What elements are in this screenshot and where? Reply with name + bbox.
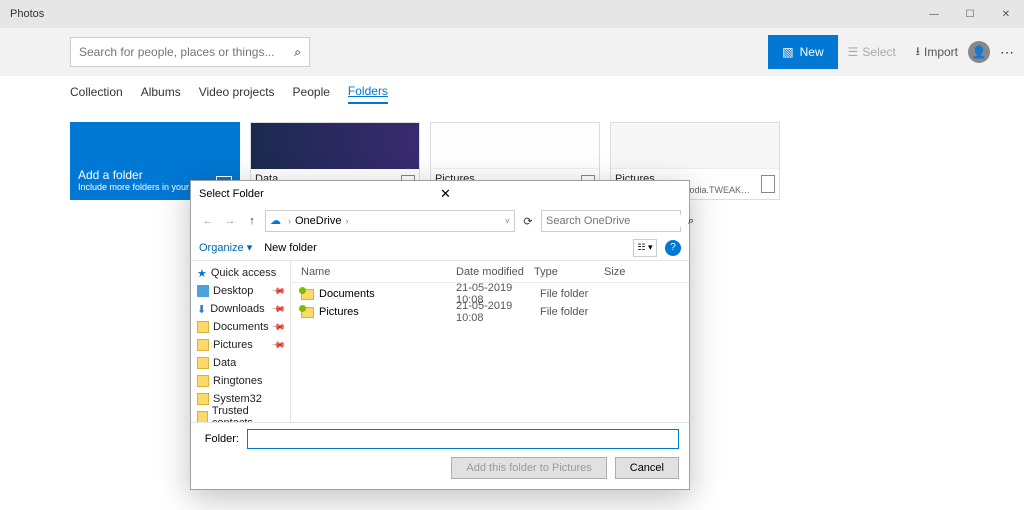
import-icon: ⭳ [916,42,920,63]
downloads-icon: ⬇ [197,303,206,316]
folder-icon [197,375,209,387]
folder-icon [761,175,775,193]
tree-pictures[interactable]: Pictures📌 [191,336,290,354]
column-date[interactable]: Date modified [456,266,534,278]
column-type[interactable]: Type [534,266,604,278]
tree-documents[interactable]: Documents📌 [191,318,290,336]
dialog-footer: Folder: Add this folder to Pictures Canc… [191,422,689,489]
folder-tree[interactable]: ★Quick access Desktop📌 ⬇Downloads📌 Docum… [191,261,291,422]
tab-folders[interactable]: Folders [348,84,388,104]
tree-downloads[interactable]: ⬇Downloads📌 [191,300,290,318]
add-folder-button[interactable]: Add this folder to Pictures [451,457,606,479]
pin-icon: 📌 [271,301,287,317]
tree-data[interactable]: Data [191,354,290,372]
more-button[interactable]: ⋯ [990,44,1024,61]
nav-up-button[interactable]: ↑ [243,215,261,227]
dialog-titlebar: Select Folder ✕ [191,181,689,207]
help-button[interactable]: ? [665,240,681,256]
new-button[interactable]: ▧ New [768,35,837,69]
tab-collection[interactable]: Collection [70,85,123,103]
file-list: Name Date modified Type Size Documents 2… [291,261,689,422]
column-name[interactable]: Name [301,266,456,278]
new-folder-button[interactable]: New folder [264,242,317,254]
folder-icon [197,411,208,422]
organize-button[interactable]: Organize ▾ [199,241,252,254]
onedrive-icon: ☁ [270,214,284,228]
folder-label: Folder: [201,433,239,445]
search-icon: ⌕ [688,215,694,228]
tree-trusted-contacts[interactable]: Trusted contacts [191,408,290,422]
nav-forward-button[interactable]: → [221,215,239,227]
close-button[interactable]: ✕ [988,0,1024,28]
chevron-down-icon[interactable]: ˅ [505,216,510,226]
search-box[interactable]: ⌕ [70,37,310,67]
app-toolbar: ⌕ ▧ New ☰ Select ⭳ Import 👤 ⋯ [0,28,1024,76]
dialog-address-bar: ← → ↑ ☁ › OneDrive › ˅ ⟳ ⌕ [191,207,689,235]
dialog-close-button[interactable]: ✕ [440,186,681,202]
column-size[interactable]: Size [604,266,679,278]
dialog-search-box[interactable]: ⌕ [541,210,681,232]
tab-albums[interactable]: Albums [141,85,181,103]
tree-quick-access[interactable]: ★Quick access [191,264,290,282]
nav-back-button[interactable]: ← [199,215,217,227]
tree-ringtones[interactable]: Ringtones [191,372,290,390]
dialog-title: Select Folder [199,188,440,200]
maximize-button[interactable]: ☐ [952,0,988,28]
breadcrumb-segment[interactable]: OneDrive [295,215,341,227]
pin-icon: 📌 [271,319,287,335]
window-title: Photos [10,8,44,20]
folder-icon [197,393,209,405]
folder-thumbnail [431,123,599,169]
tree-desktop[interactable]: Desktop📌 [191,282,290,300]
folder-icon [301,289,314,300]
file-row[interactable]: Pictures 21-05-2019 10:08 File folder [301,303,679,321]
user-avatar[interactable]: 👤 [968,41,990,63]
column-headers[interactable]: Name Date modified Type Size [291,261,689,283]
minimize-button[interactable]: — [916,0,952,28]
star-icon: ★ [197,267,207,280]
select-button[interactable]: ☰ Select [838,35,906,69]
import-button[interactable]: ⭳ Import [906,35,968,69]
new-icon: ▧ [782,45,793,59]
tab-people[interactable]: People [293,85,330,103]
select-folder-dialog: Select Folder ✕ ← → ↑ ☁ › OneDrive › ˅ ⟳… [190,180,690,490]
window-titlebar: Photos — ☐ ✕ [0,0,1024,28]
pin-icon: 📌 [271,337,287,353]
search-icon: ⌕ [294,45,301,60]
cancel-button[interactable]: Cancel [615,457,679,479]
tab-video-projects[interactable]: Video projects [199,85,275,103]
desktop-icon [197,285,209,297]
folder-icon [197,339,209,351]
dialog-search-input[interactable] [546,215,688,227]
nav-tabs: Collection Albums Video projects People … [0,76,1024,112]
view-options-button[interactable]: ☷ ▾ [633,239,657,257]
folder-icon [197,357,209,369]
select-icon: ☰ [848,45,859,59]
dialog-toolbar: Organize ▾ New folder ☷ ▾ ? [191,235,689,261]
folder-icon [197,321,209,333]
folder-thumbnail [251,123,419,169]
pin-icon: 📌 [271,283,287,299]
breadcrumb-bar[interactable]: ☁ › OneDrive › ˅ [265,210,515,232]
folder-path-input[interactable] [247,429,679,449]
refresh-button[interactable]: ⟳ [519,215,537,228]
folder-icon [301,307,314,318]
search-input[interactable] [79,45,294,59]
folder-thumbnail [611,123,779,169]
chevron-right-icon: › [288,216,291,226]
new-label: New [800,45,824,59]
chevron-right-icon: › [345,216,348,226]
